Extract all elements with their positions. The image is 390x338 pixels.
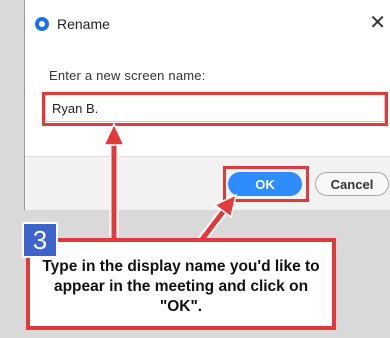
instruction-text: Type in the display name you'd like to a… (42, 258, 320, 315)
instruction-callout: Type in the display name you'd like to a… (26, 238, 336, 330)
arrow-to-input (102, 122, 126, 246)
step-number-badge: 3 (22, 222, 58, 258)
